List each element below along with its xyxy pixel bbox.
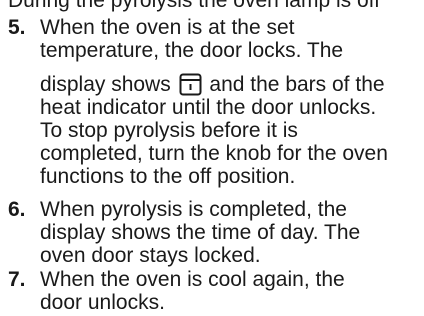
step-line: To stop pyrolysis before it is [40,119,298,142]
previous-text-line: During the pyrolysis the oven lamp is of… [8,0,380,12]
step-line: When pyrolysis is completed, the [40,198,347,221]
step-number: 6. [8,198,26,221]
manual-page: During the pyrolysis the oven lamp is of… [0,0,424,316]
step-6: 6. When pyrolysis is completed, the disp… [8,198,418,267]
step-line: completed, turn the knob for the oven [40,142,388,165]
step-line: When the oven is cool again, the [40,268,345,291]
step-5: 5. When the oven is at the set temperatu… [8,16,418,188]
step-line-part: display shows [40,73,171,96]
step-number: 7. [8,268,26,291]
step-text: When the oven is cool again, the door un… [40,268,418,314]
step-number: 5. [8,16,26,39]
step-line: temperature, the door locks. The [40,39,344,62]
step-line-part: and the bars of the [209,73,385,96]
step-7: 7. When the oven is cool again, the door… [8,268,418,314]
step-line: door unlocks. [40,291,165,314]
step-line: heat indicator until the door unlocks. [40,96,377,119]
step-line: When the oven is at the set [40,16,295,39]
step-text: When the oven is at the set temperature,… [40,16,418,188]
step-line: oven door stays locked. [40,244,261,267]
step-line-with-icon: display shows and the bars of the [40,73,418,96]
step-line: functions to the off position. [40,165,296,188]
step-text: When pyrolysis is completed, the display… [40,198,418,267]
step-line: display shows the time of day. The [40,221,361,244]
door-lock-icon [179,73,202,96]
